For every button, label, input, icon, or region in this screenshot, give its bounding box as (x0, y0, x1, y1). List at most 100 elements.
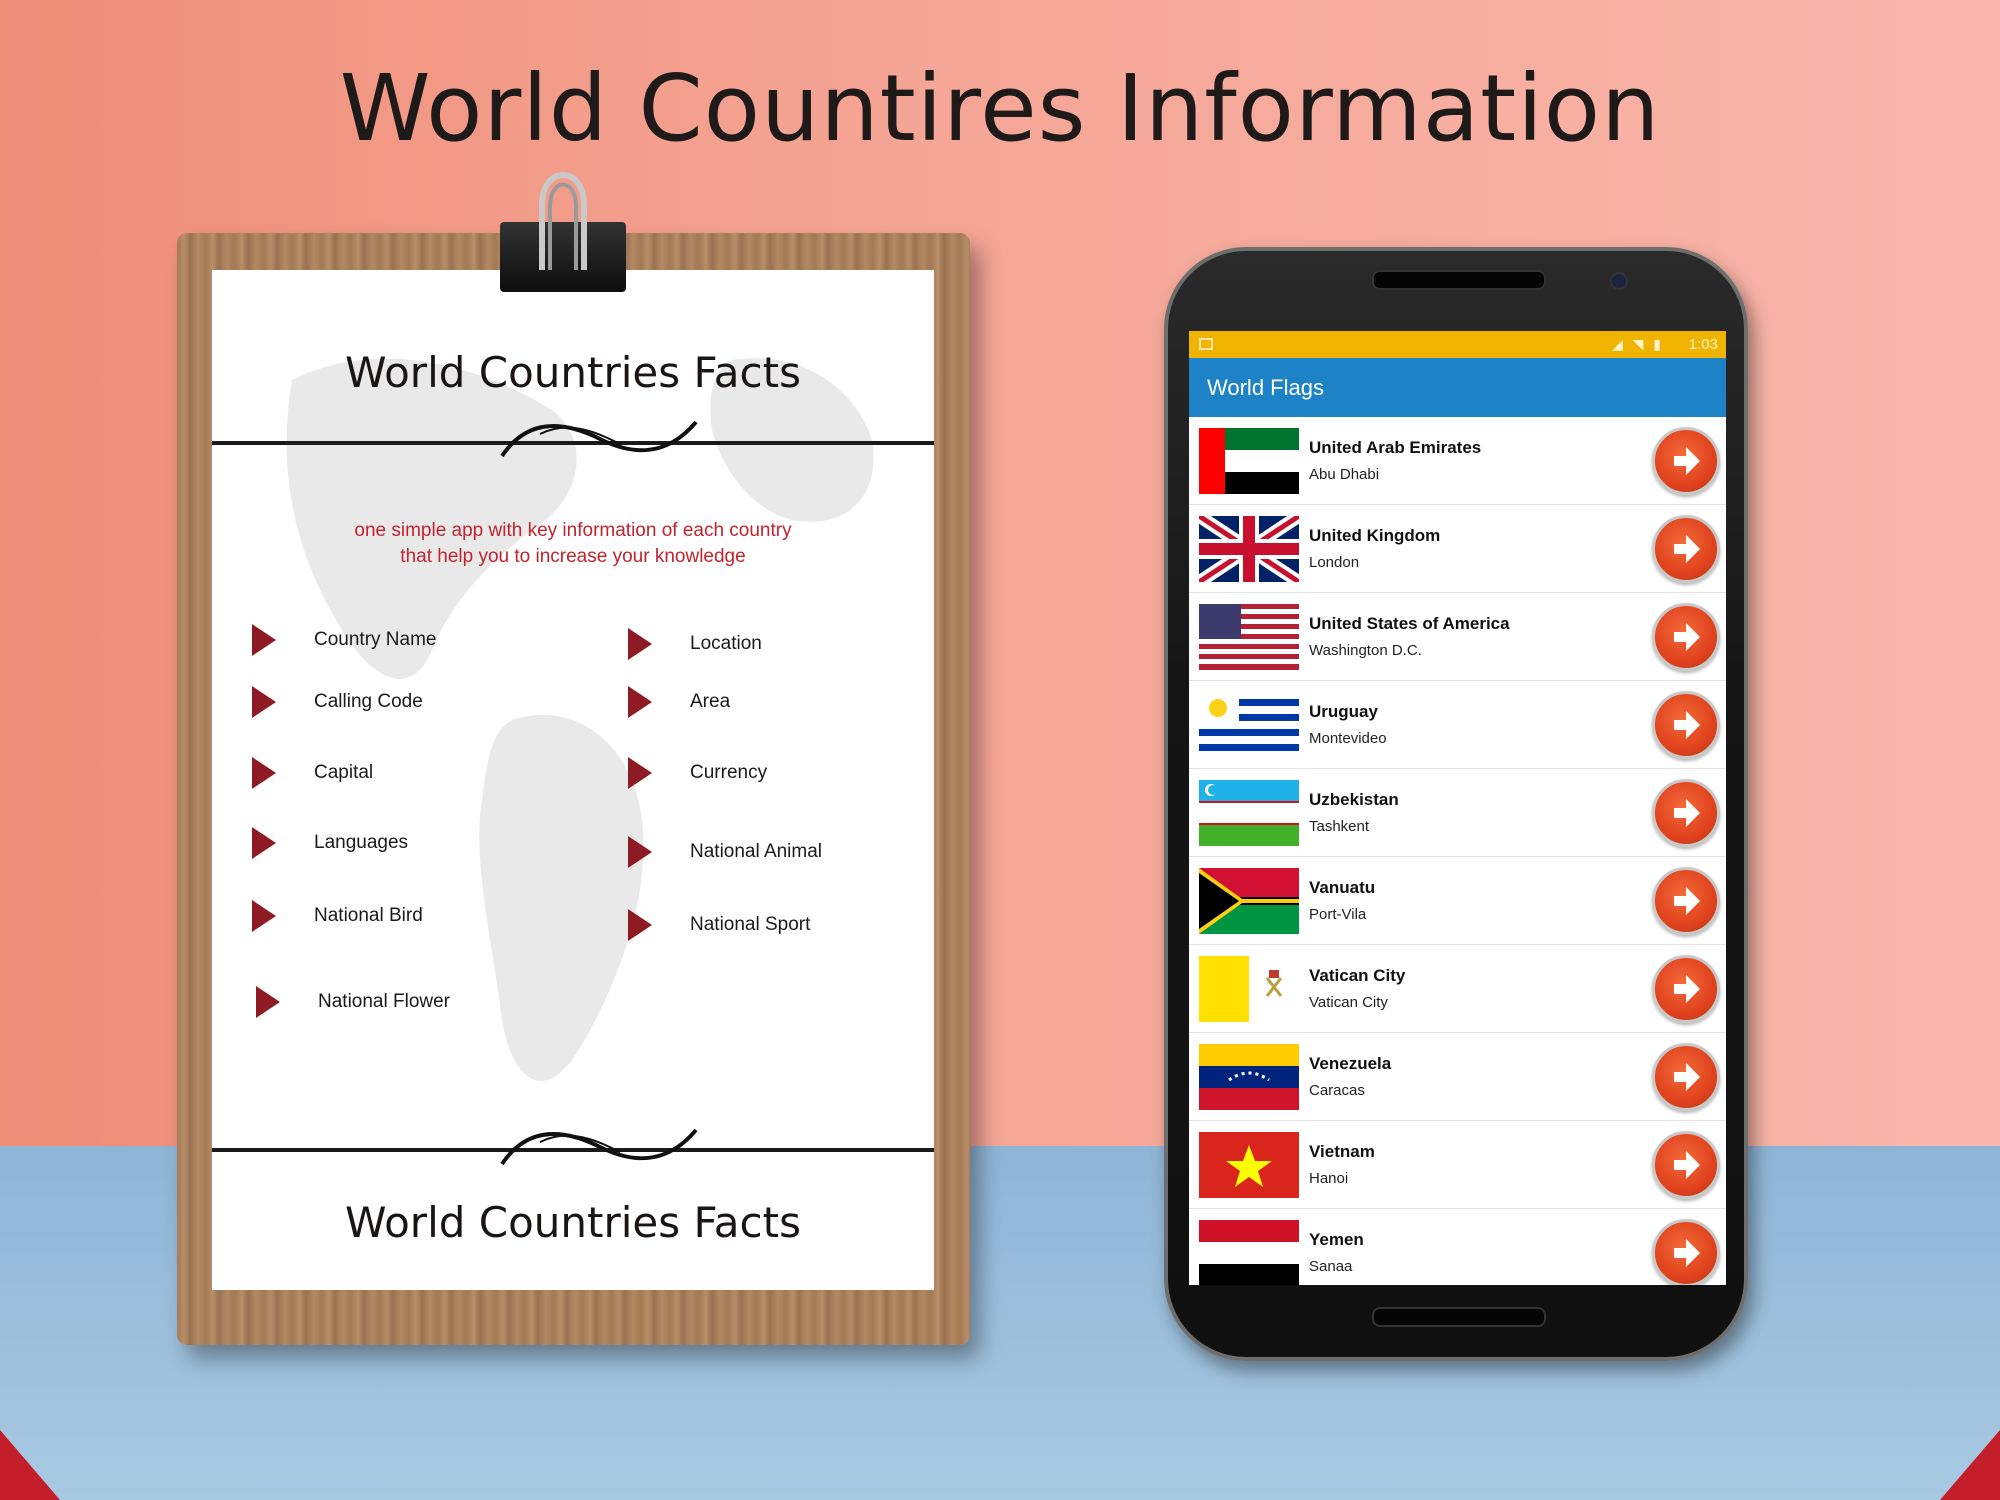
arrow-right-icon (1674, 1062, 1700, 1091)
feature-item: Country Name (252, 624, 437, 656)
bullet-arrow-icon (628, 686, 652, 718)
country-capital: Hanoi (1309, 1170, 1349, 1187)
feature-label: National Bird (314, 905, 423, 926)
bullet-arrow-icon (628, 628, 652, 660)
country-list-item[interactable]: Vietnam Hanoi (1189, 1121, 1726, 1209)
paper-top-title: World Countries Facts (345, 348, 801, 397)
feature-item: National Animal (628, 836, 822, 868)
clipboard-paper: World Countries Facts one simple app wit… (212, 270, 934, 1290)
arrow-right-icon (1674, 974, 1700, 1003)
feature-label: National Animal (690, 841, 823, 862)
open-details-button[interactable] (1652, 778, 1720, 847)
open-details-button[interactable] (1652, 602, 1720, 671)
uk-flag-icon (1199, 515, 1299, 582)
feature-item: Area (628, 686, 730, 718)
tagline-line-2: that help you to increase your knowledge (400, 546, 746, 567)
phone-bottom-speaker (1372, 1307, 1546, 1327)
phone-screen: ◢ ◥ ▮ 1:03 World Flags United Arab Emira… (1189, 331, 1726, 1285)
country-name: United Kingdom (1309, 526, 1441, 545)
feature-item: National Flower (256, 986, 450, 1018)
vietnam-flag-icon (1199, 1131, 1299, 1198)
bullet-arrow-icon (252, 757, 276, 789)
country-capital: Vatican City (1309, 994, 1388, 1011)
bullet-arrow-icon (256, 986, 280, 1018)
feature-label: Location (690, 633, 762, 654)
country-list-item[interactable]: Uzbekistan Tashkent (1189, 769, 1726, 857)
arrow-right-icon (1674, 886, 1700, 915)
country-name: Vatican City (1309, 966, 1406, 985)
venezuela-flag-icon (1199, 1043, 1299, 1110)
feature-label: National Sport (690, 914, 811, 935)
feature-label: Currency (690, 762, 768, 783)
country-list-item[interactable]: Venezuela Caracas (1189, 1033, 1726, 1121)
paper-bottom-title: World Countries Facts (345, 1198, 801, 1247)
phone-top-speaker (1372, 270, 1546, 290)
app-bar: World Flags (1189, 358, 1726, 417)
country-list-item[interactable]: Uruguay Montevideo (1189, 681, 1726, 769)
country-list-item[interactable]: United States of America Washington D.C. (1189, 593, 1726, 681)
feature-item: National Sport (628, 909, 810, 941)
country-capital: Tashkent (1309, 818, 1370, 835)
phone-camera (1610, 272, 1628, 290)
feature-item: Calling Code (252, 686, 423, 718)
country-list-item[interactable]: Vatican City Vatican City (1189, 945, 1726, 1033)
app-title: World Flags (1207, 374, 1324, 400)
arrow-right-icon (1674, 798, 1700, 827)
open-details-button[interactable] (1652, 866, 1720, 935)
country-list-item[interactable]: United Kingdom London (1189, 505, 1726, 593)
country-capital: Caracas (1309, 1082, 1365, 1099)
country-name: United States of America (1309, 614, 1510, 633)
feature-item: National Bird (252, 900, 423, 932)
country-capital: Abu Dhabi (1309, 466, 1380, 483)
yemen-flag-icon (1199, 1219, 1299, 1285)
arrow-right-icon (1674, 534, 1700, 563)
country-name: United Arab Emirates (1309, 438, 1482, 457)
arrow-right-icon (1674, 446, 1700, 475)
open-details-button[interactable] (1652, 1218, 1720, 1285)
country-list-item[interactable]: Yemen Sanaa (1189, 1209, 1726, 1285)
vatican-flag-icon (1199, 955, 1299, 1022)
country-list-item[interactable]: United Arab Emirates Abu Dhabi (1189, 417, 1726, 505)
open-details-button[interactable] (1652, 514, 1720, 583)
uruguay-flag-icon (1199, 691, 1299, 758)
country-capital: Port-Vila (1309, 906, 1367, 923)
country-capital: London (1309, 554, 1360, 571)
usa-flag-icon (1199, 603, 1299, 670)
open-details-button[interactable] (1652, 954, 1720, 1023)
arrow-right-icon (1674, 1238, 1700, 1267)
bullet-arrow-icon (628, 757, 652, 789)
feature-item: Capital (252, 757, 373, 789)
bottom-swirl-ornament (500, 1128, 698, 1166)
open-details-button[interactable] (1652, 690, 1720, 759)
feature-label: Country Name (314, 629, 437, 650)
arrow-right-icon (1674, 622, 1700, 651)
country-name: Vietnam (1309, 1142, 1375, 1161)
feature-label: National Flower (318, 991, 450, 1012)
bullet-arrow-icon (252, 686, 276, 718)
corner-accent-right (1940, 1430, 2000, 1500)
open-details-button[interactable] (1652, 1130, 1720, 1199)
country-list[interactable]: United Arab Emirates Abu Dhabi United Ki… (1189, 417, 1726, 1285)
country-capital: Montevideo (1309, 730, 1387, 747)
top-swirl-ornament (500, 420, 698, 458)
vanuatu-flag-icon (1199, 867, 1299, 934)
feature-label: Languages (314, 832, 409, 853)
country-name: Yemen (1309, 1230, 1364, 1249)
country-list-item[interactable]: Vanuatu Port-Vila (1189, 857, 1726, 945)
feature-label: Calling Code (314, 691, 423, 712)
bullet-arrow-icon (252, 624, 276, 656)
country-capital: Washington D.C. (1309, 642, 1422, 659)
feature-item: Location (628, 628, 762, 660)
feature-item: Currency (628, 757, 767, 789)
country-name: Venezuela (1309, 1054, 1392, 1073)
binder-clip-wire (539, 172, 587, 270)
open-details-button[interactable] (1652, 1042, 1720, 1111)
feature-item: Languages (252, 827, 408, 859)
uae-flag-icon (1199, 427, 1299, 494)
open-details-button[interactable] (1652, 426, 1720, 495)
country-name: Uruguay (1309, 702, 1378, 721)
status-bar: ◢ ◥ ▮ 1:03 (1189, 331, 1726, 358)
status-time: 1:03 (1688, 336, 1718, 353)
bullet-arrow-icon (252, 827, 276, 859)
country-name: Uzbekistan (1309, 790, 1399, 809)
